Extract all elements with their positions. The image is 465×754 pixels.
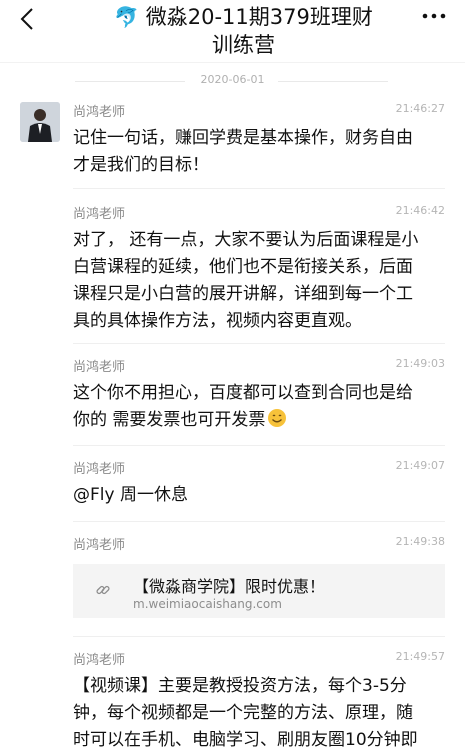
message-text: 这个你不用担心，百度都可以查到合同也是给 你的 需要发票也可开发票 bbox=[73, 383, 413, 430]
message-text: 【视频课】主要是教授投资方法，每个3-5分 钟，每个视频都是一个完整的方法、原理… bbox=[73, 676, 418, 750]
sender-name: 尚鸿老师 bbox=[73, 653, 126, 668]
message-time: 21:49:03 bbox=[395, 357, 445, 370]
sender-name: 尚鸿老师 bbox=[73, 360, 126, 375]
link-icon bbox=[96, 585, 110, 595]
chat-header: 🐬 微淼20-11期379班理财 训练营 bbox=[0, 0, 465, 63]
message-time: 21:49:07 bbox=[395, 459, 445, 472]
message-item: 尚鸿老师 21:46:27 记住一句话，赚回学费是基本操作，财务自由 才是我们的… bbox=[73, 101, 445, 179]
sender-name: 尚鸿老师 bbox=[73, 105, 126, 120]
dolphin-icon: 🐬 bbox=[114, 5, 140, 29]
back-arrow-icon[interactable] bbox=[16, 6, 42, 32]
more-options-icon[interactable] bbox=[419, 8, 449, 24]
sender-name: 尚鸿老师 bbox=[73, 538, 126, 553]
avatar[interactable] bbox=[20, 102, 60, 142]
message-item: 尚鸿老师 21:49:57 【视频课】主要是教授投资方法，每个3-5分 钟，每个… bbox=[73, 649, 445, 754]
smiling-face-icon bbox=[268, 409, 287, 427]
date-divider-text: 2020-06-01 bbox=[200, 73, 265, 86]
date-divider: 2020-06-01 bbox=[0, 70, 465, 92]
message-time: 21:49:57 bbox=[395, 650, 445, 663]
message-item: 尚鸿老师 21:46:42 对了， 还有一点，大家不要认为后面课程是小 白营课程… bbox=[73, 203, 445, 335]
link-url: m.weimiaocaishang.com bbox=[133, 597, 282, 611]
message-text: 对了， 还有一点，大家不要认为后面课程是小 白营课程的延续，他们也不是衔接关系，… bbox=[73, 230, 419, 331]
message-time: 21:46:42 bbox=[395, 204, 445, 217]
sender-name: 尚鸿老师 bbox=[73, 462, 126, 477]
title-line2: 训练营 bbox=[212, 33, 275, 57]
message-item: 尚鸿老师 21:49:38 【微淼商学院】限时优惠！ m.weimiaocais… bbox=[73, 534, 445, 618]
message-item: 尚鸿老师 21:49:03 这个你不用担心，百度都可以查到合同也是给 你的 需要… bbox=[73, 356, 445, 434]
link-card[interactable]: 【微淼商学院】限时优惠！ m.weimiaocaishang.com bbox=[73, 564, 445, 618]
link-title: 【微淼商学院】限时优惠！ bbox=[133, 577, 326, 596]
sender-name: 尚鸿老师 bbox=[73, 207, 126, 222]
message-text: 记住一句话，赚回学费是基本操作，财务自由 才是我们的目标！ bbox=[73, 128, 413, 175]
chat-title: 🐬 微淼20-11期379班理财 训练营 bbox=[92, 3, 395, 59]
message-text: @Fly 周一休息 bbox=[73, 485, 188, 505]
title-line1: 微淼20-11期379班理财 bbox=[145, 5, 373, 29]
message-time: 21:49:38 bbox=[395, 535, 445, 548]
message-item: 尚鸿老师 21:49:07 @Fly 周一休息 bbox=[73, 458, 445, 509]
message-time: 21:46:27 bbox=[395, 102, 445, 115]
